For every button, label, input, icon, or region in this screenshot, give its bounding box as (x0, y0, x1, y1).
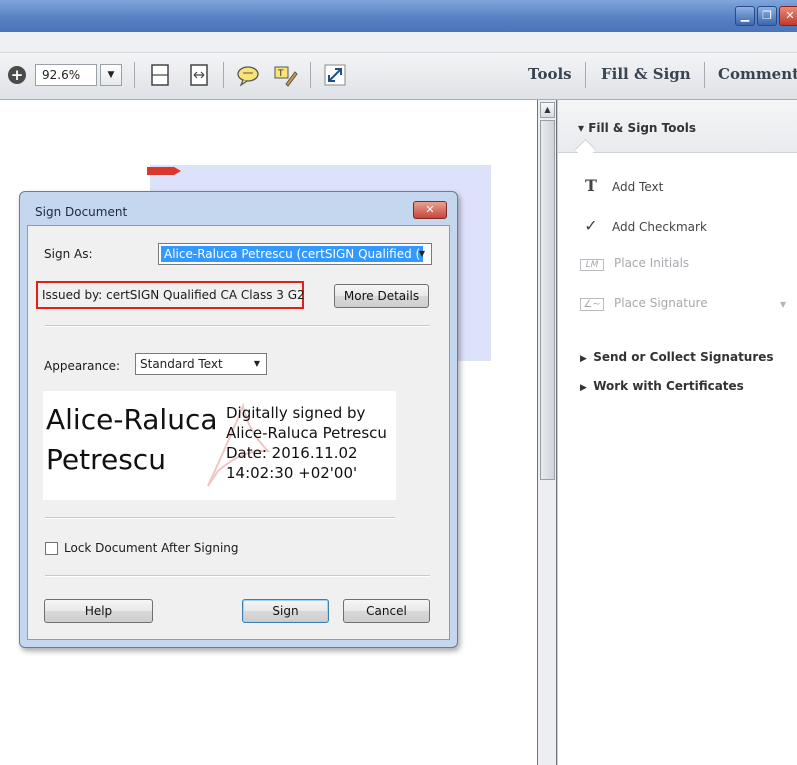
sign-as-select[interactable]: Alice-Raluca Petrescu (certSIGN Qualifie… (158, 243, 432, 265)
chevron-down-icon: ▼ (253, 359, 261, 368)
sign-button[interactable]: Sign (242, 599, 329, 623)
fit-width-icon[interactable] (186, 62, 212, 88)
expand-triangle-icon: ▶ (580, 383, 594, 393)
toolbar-separator (704, 62, 705, 88)
add-checkmark-item[interactable]: ✓ Add Checkmark (580, 216, 707, 235)
comment-tab[interactable]: Comment (718, 65, 797, 83)
expand-icon[interactable] (322, 62, 348, 88)
appearance-label: Appearance: (44, 359, 121, 373)
scroll-up-button[interactable]: ▲ (540, 102, 555, 118)
highlight-text-icon[interactable]: T (272, 62, 298, 88)
toolbar-separator (134, 62, 135, 88)
comment-note-icon[interactable] (235, 62, 261, 88)
checkmark-icon: ✓ (584, 216, 598, 235)
chevron-down-icon: ▼ (418, 249, 426, 258)
tools-tab[interactable]: Tools (528, 65, 572, 83)
collapse-triangle-icon: ▾ (578, 121, 589, 135)
lock-document-checkbox[interactable] (45, 542, 58, 555)
signature-details: Digitally signed by Alice-Raluca Petresc… (226, 404, 387, 482)
divider (45, 575, 430, 577)
toolbar-separator (223, 62, 224, 88)
work-with-certificates-section[interactable]: ▶ Work with Certificates (580, 379, 744, 393)
cancel-button[interactable]: Cancel (343, 599, 430, 623)
divider (45, 517, 395, 519)
add-text-item[interactable]: T Add Text (580, 176, 663, 195)
initials-icon: LM (580, 259, 604, 271)
restore-button[interactable]: ❐ (757, 6, 777, 26)
zoom-dropdown-button[interactable]: ▼ (100, 64, 122, 86)
field-flag-marker (147, 167, 181, 175)
place-initials-item[interactable]: LM Place Initials (580, 256, 689, 271)
send-collect-signatures-section[interactable]: ▶ Send or Collect Signatures (580, 350, 774, 364)
toolbar-separator (585, 62, 586, 88)
appearance-select[interactable]: Standard Text ▼ (135, 353, 267, 375)
signature-dropdown-icon[interactable]: ▼ (780, 300, 786, 309)
signature-name: Alice-Raluca Petrescu (46, 403, 218, 476)
dialog-close-button[interactable]: ✕ (413, 201, 447, 219)
toolbar-separator (310, 62, 311, 88)
expand-triangle-icon: ▶ (580, 354, 594, 364)
svg-text:T: T (277, 69, 284, 79)
lock-document-label[interactable]: Lock Document After Signing (64, 541, 239, 555)
fill-sign-tab[interactable]: Fill & Sign (601, 65, 691, 83)
zoom-in-icon[interactable]: + (8, 66, 26, 84)
place-signature-item[interactable]: ∠~ Place Signature (580, 296, 708, 311)
fit-page-icon[interactable] (147, 62, 173, 88)
window-titlebar (0, 0, 797, 32)
fill-sign-panel (557, 100, 797, 765)
help-button[interactable]: Help (44, 599, 153, 623)
zoom-input[interactable]: 92.6% (35, 64, 97, 86)
sign-as-label: Sign As: (44, 247, 93, 261)
text-icon: T (585, 176, 597, 195)
scrollbar-thumb[interactable] (540, 120, 555, 480)
dialog-title: Sign Document (35, 205, 128, 219)
close-window-button[interactable]: ✕ (779, 6, 797, 26)
signature-icon: ∠~ (580, 298, 604, 311)
panel-title[interactable]: ▾ Fill & Sign Tools (578, 121, 696, 135)
more-details-button[interactable]: More Details (334, 284, 429, 308)
issued-by-text: Issued by: certSIGN Qualified CA Class 3… (42, 288, 305, 302)
minimize-button[interactable]: ▁ (735, 6, 755, 26)
menu-bar (0, 32, 797, 53)
divider (45, 325, 430, 327)
